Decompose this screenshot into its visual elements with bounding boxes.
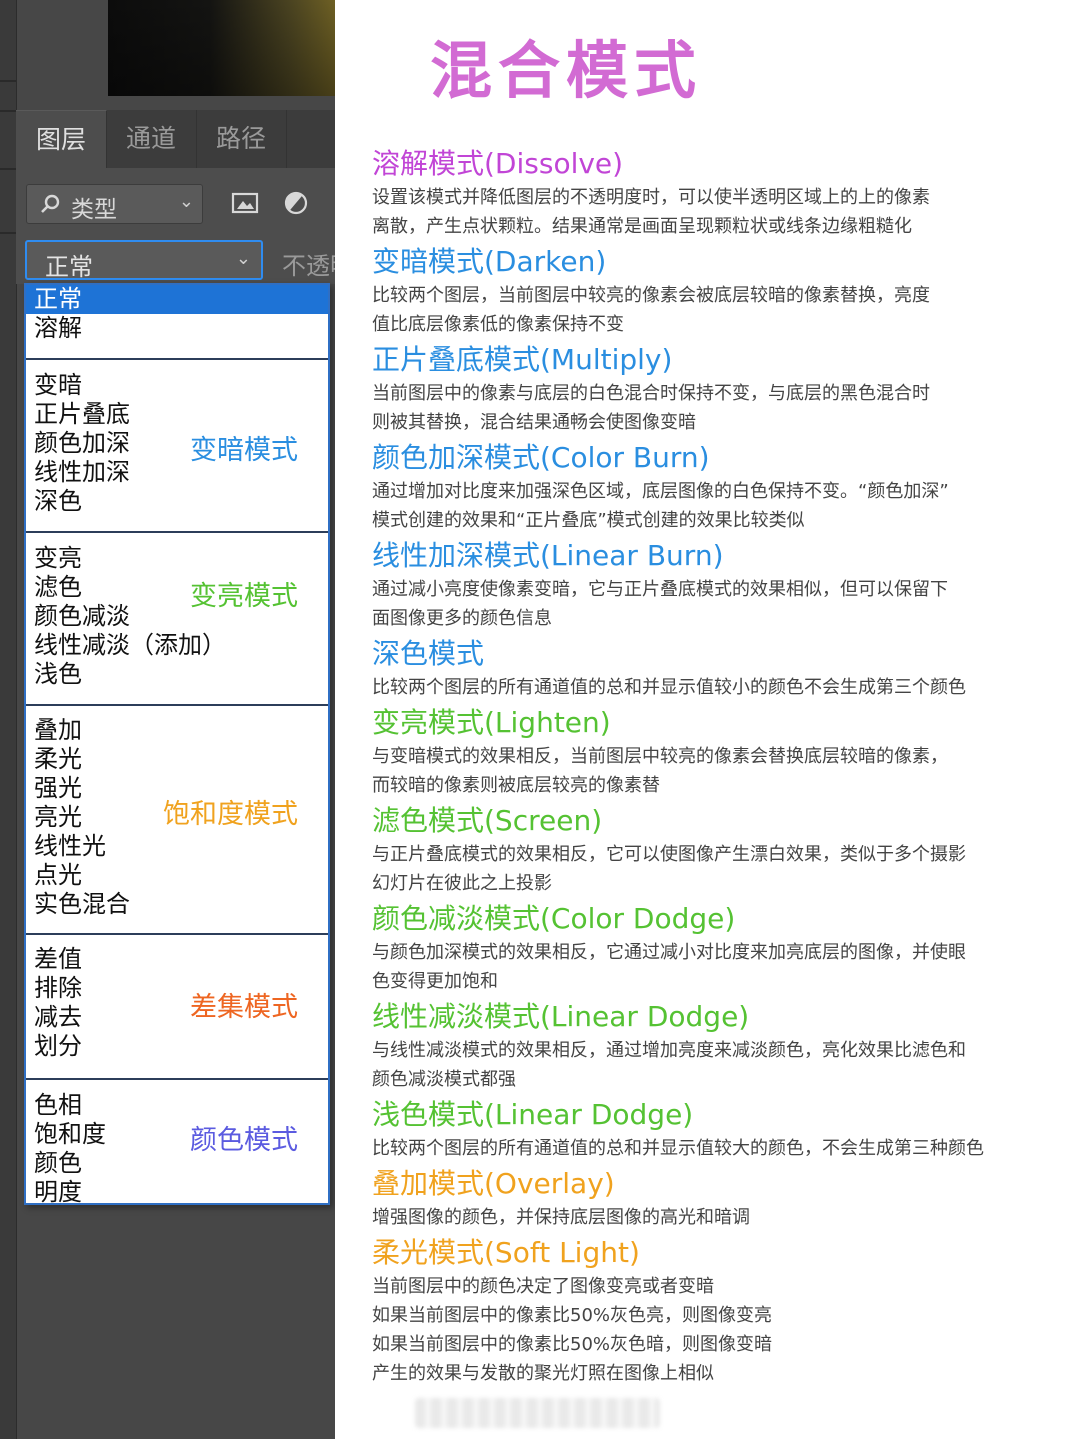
blend-menu-item[interactable]: 深色 <box>26 487 328 516</box>
blend-menu-item[interactable]: 色相 <box>26 1091 328 1120</box>
entry-title: 颜色减淡模式(Color Dodge) <box>372 902 736 935</box>
adjustment-filter-icon[interactable] <box>282 190 310 216</box>
image-filter-icon[interactable] <box>231 190 259 216</box>
blend-menu-group: 正常 溶解 <box>26 285 328 360</box>
blend-menu-item[interactable]: 线性光 <box>26 832 328 861</box>
blend-menu-item[interactable]: 变暗 <box>26 371 328 400</box>
filter-kind-label: 类型 <box>71 197 117 223</box>
entry-title: 线性加深模式(Linear Burn) <box>372 539 724 572</box>
entry-description-line: 色变得更加饱和 <box>372 971 498 992</box>
entry-title: 变暗模式(Darken) <box>372 245 607 278</box>
blend-menu-item[interactable]: 叠加 <box>26 716 328 745</box>
chevron-down-icon: ⌄ <box>235 248 251 269</box>
entry-title: 柔光模式(Soft Light) <box>372 1236 640 1269</box>
blend-menu-item[interactable]: 线性减淡（添加） <box>26 631 328 660</box>
tab-layers[interactable]: 图层 <box>16 110 107 169</box>
entry-title: 正片叠底模式(Multiply) <box>372 343 673 376</box>
entry-description-line: 离散，产生点状颗粒。结果通常是画面呈现颗粒状或线条边缘粗糙化 <box>372 216 912 237</box>
entry-description-line: 与正片叠底模式的效果相反，它可以使图像产生漂白效果，类似于多个摄影 <box>372 844 966 865</box>
blend-mode-select[interactable]: 正常 ⌄ <box>25 240 263 281</box>
blend-menu-item[interactable]: 差值 <box>26 945 328 974</box>
entry-title: 溶解模式(Dissolve) <box>372 147 624 180</box>
blend-menu-group: 色相 饱和度 颜色 明度 颜色模式 <box>26 1078 328 1207</box>
entry-description-line: 增强图像的颜色，并保持底层图像的高光和暗调 <box>372 1207 750 1228</box>
blend-group-label: 变亮模式 <box>190 581 298 612</box>
entry-title: 浅色模式(Linear Dodge) <box>372 1098 694 1131</box>
search-icon <box>41 194 60 213</box>
chevron-down-icon: ⌄ <box>178 191 194 212</box>
entry-description-line: 比较两个图层的所有通道值的总和并显示值较大的颜色，不会生成第三种颜色 <box>372 1138 984 1159</box>
toolbar-divider <box>0 232 16 234</box>
blend-menu-item[interactable]: 变亮 <box>26 544 328 573</box>
entry-description-line: 而较暗的像素则被底层较亮的像素替 <box>372 775 660 796</box>
entry-title: 线性减淡模式(Linear Dodge) <box>372 1000 750 1033</box>
entry-description-line: 与颜色加深模式的效果相反，它通过减小对比度来加亮底层的图像，并使眼 <box>372 942 966 963</box>
entry-description-line: 比较两个图层的所有通道值的总和并显示值较小的颜色不会生成第三个颜色 <box>372 677 966 698</box>
entry-description-line: 如果当前图层中的像素比50%灰色暗，则图像变暗 <box>372 1334 773 1355</box>
entry-description-line: 产生的效果与发散的聚光灯照在图像上相似 <box>372 1363 714 1384</box>
blend-group-label: 变暗模式 <box>190 435 298 466</box>
layers-panel: 图层 通道 路径 类型 ⌄ 正常 ⌄ 不透明 正常溶解变暗正片叠底颜色加深线性 <box>0 0 335 1439</box>
tab-paths[interactable]: 路径 <box>196 110 287 168</box>
canvas-preview <box>108 0 335 96</box>
entry-title: 深色模式 <box>372 637 485 670</box>
opacity-label: 不透明 <box>282 252 335 280</box>
entry-description-line: 与线性减淡模式的效果相反，通过增加亮度来减淡颜色，亮化效果比滤色和 <box>372 1040 966 1061</box>
entry-title: 颜色加深模式(Color Burn) <box>372 441 710 474</box>
entry-description-line: 则被其替换，混合结果通畅会使图像变暗 <box>372 412 696 433</box>
entry-title: 变亮模式(Lighten) <box>372 706 611 739</box>
entry-description-line: 与变暗模式的效果相反，当前图层中较亮的像素会替换底层较暗的像素， <box>372 746 948 767</box>
toolbar-divider <box>0 168 16 170</box>
entry-description-line: 比较两个图层，当前图层中较亮的像素会被底层较暗的像素替换，亮度 <box>372 285 930 306</box>
blend-mode-article: 混合模式 溶解模式(Dissolve) 设置该模式并降低图层的不透明度时，可以使半… <box>335 0 1080 1439</box>
entry-description-line: 当前图层中的像素与底层的白色混合时保持不变，与底层的黑色混合时 <box>372 383 930 404</box>
blend-group-label: 差集模式 <box>190 992 298 1023</box>
blend-menu-item[interactable]: 实色混合 <box>26 890 328 919</box>
blend-menu-item[interactable]: 点光 <box>26 861 328 890</box>
blend-menu-item[interactable]: 划分 <box>26 1032 328 1061</box>
blend-menu-item[interactable]: 浅色 <box>26 660 328 689</box>
blend-menu-group: 变暗 正片叠底 颜色加深 线性加深 深色 变暗模式 <box>26 358 328 533</box>
blend-group-label: 饱和度模式 <box>163 799 298 830</box>
entry-description-line: 通过增加对比度来加强深色区域，底层图像的白色保持不变。“颜色加深” <box>372 481 949 502</box>
blend-menu-item[interactable]: 明度 <box>26 1178 328 1207</box>
entry-title: 滤色模式(Screen) <box>372 804 603 837</box>
blend-menu-group: 变亮 滤色 颜色减淡 线性减淡（添加） 浅色 变亮模式 <box>26 531 328 706</box>
filter-kind-select[interactable]: 类型 ⌄ <box>26 184 203 224</box>
panel-tab-bar: 图层 通道 路径 <box>16 110 335 169</box>
blend-menu-item[interactable]: 溶解 <box>26 314 328 343</box>
toolbar-divider <box>0 110 16 112</box>
blend-mode-row: 正常 ⌄ 不透明 <box>16 232 335 284</box>
blend-group-label: 颜色模式 <box>190 1125 298 1156</box>
blend-menu-item[interactable]: 正常 <box>26 285 328 314</box>
blend-menu-item[interactable]: 正片叠底 <box>26 400 328 429</box>
blend-menu-item[interactable]: 柔光 <box>26 745 328 774</box>
entry-description-line: 颜色减淡模式都强 <box>372 1069 516 1090</box>
blend-menu-group: 差值 排除 减去 划分 差集模式 <box>26 933 328 1080</box>
blend-mode-value: 正常 <box>45 253 93 281</box>
side-toolbar-strip <box>0 0 17 1439</box>
layer-filter-row: 类型 ⌄ <box>16 168 335 232</box>
tab-channels[interactable]: 通道 <box>106 110 197 168</box>
entry-description-line: 模式创建的效果和“正片叠底”模式创建的效果比较类似 <box>372 510 805 531</box>
entry-description-line: 如果当前图层中的像素比50%灰色亮，则图像变亮 <box>372 1305 773 1326</box>
page-title: 混合模式 <box>430 34 703 107</box>
toolbar-divider <box>0 80 16 82</box>
entry-description-line: 面图像更多的颜色信息 <box>372 608 552 629</box>
blend-mode-menu: 正常 溶解 变暗 正片叠底 颜色加深 线性加深 深色 变暗模式 变亮 滤色 颜色减淡 线性减淡（添加）… <box>24 283 330 1207</box>
entry-description-line: 设置该模式并降低图层的不透明度时，可以使半透明区域上的上的像素 <box>372 187 930 208</box>
blurred-watermark <box>415 1398 660 1428</box>
entry-description-line: 通过减小亮度使像素变暗，它与正片叠底模式的效果相似，但可以保留下 <box>372 579 948 600</box>
entry-description-line: 幻灯片在彼此之上投影 <box>372 873 552 894</box>
entry-description-line: 值比底层像素低的像素保持不变 <box>372 314 624 335</box>
entry-description-line: 当前图层中的颜色决定了图像变亮或者变暗 <box>372 1276 714 1297</box>
entry-title: 叠加模式(Overlay) <box>372 1167 615 1200</box>
blend-menu-group: 叠加 柔光 强光 亮光 线性光 点光 实色混合 饱和度模式 <box>26 704 328 935</box>
